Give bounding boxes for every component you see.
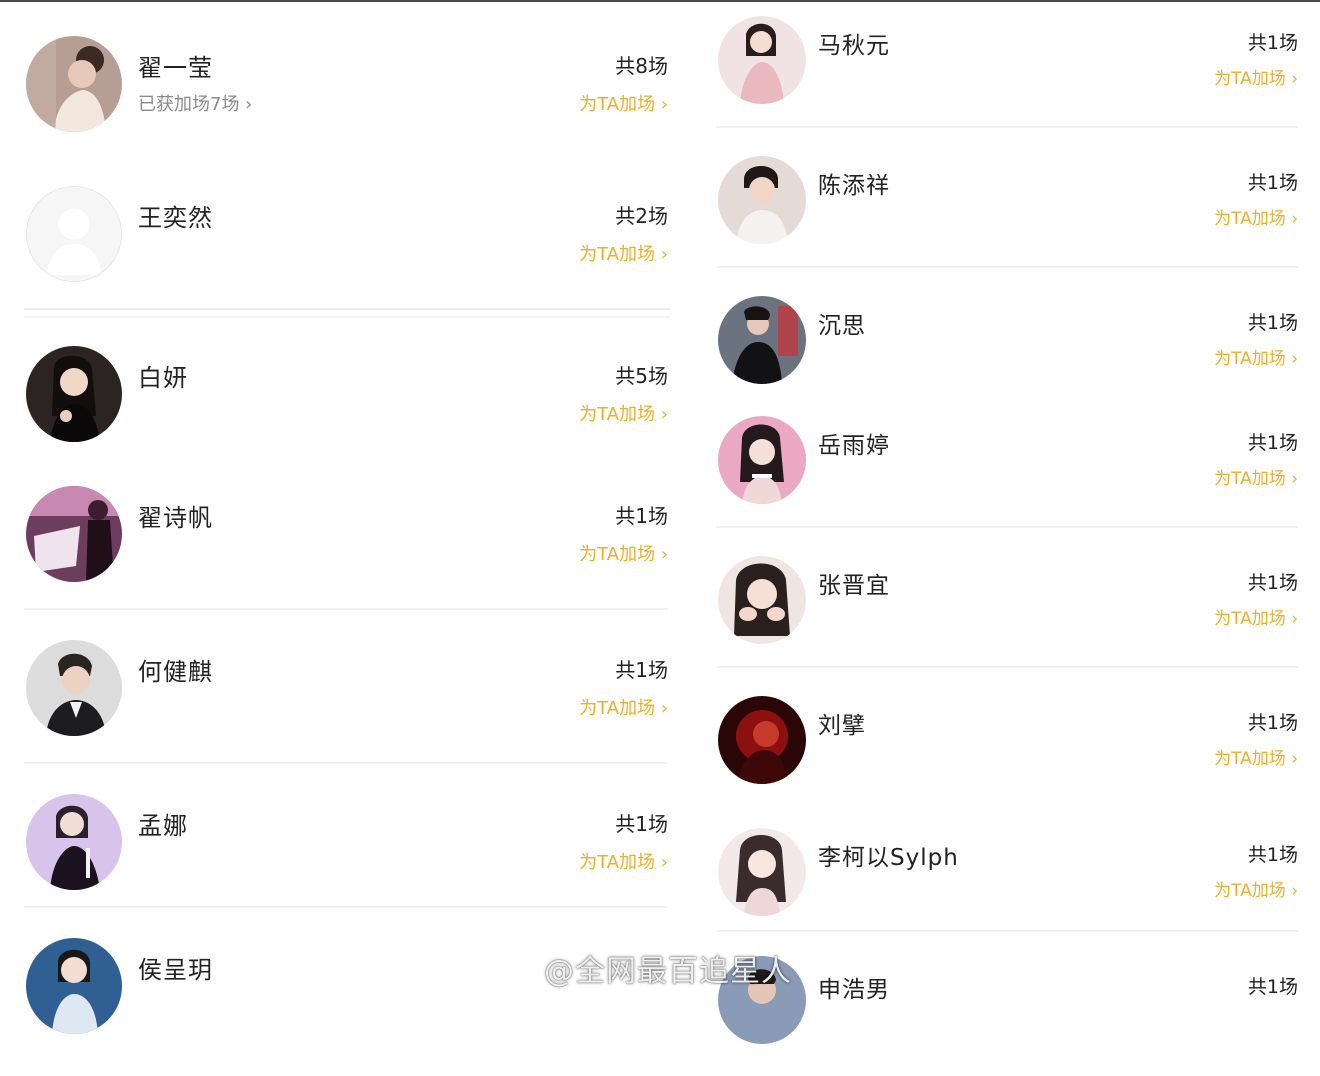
add-show-button[interactable]: 为TA加场 › [1214,64,1298,89]
list-item[interactable]: 孟娜 共1场 为TA加场 › [24,794,672,914]
member-name: 张晋宜 [818,573,890,599]
member-name: 岳雨婷 [818,433,890,459]
top-border [0,0,1320,2]
show-count: 共1场 [615,812,668,836]
row-divider [716,526,1298,528]
section-divider [24,308,670,318]
member-name: 翟诗帆 [138,504,213,532]
add-show-button[interactable]: 为TA加场 › [1214,464,1298,489]
member-name: 孟娜 [138,812,188,840]
member-name: 刘擘 [818,713,866,739]
member-name: 白妍 [138,364,188,392]
row-divider [24,608,668,610]
member-name: 马秋元 [818,33,890,59]
add-show-button[interactable]: 为TA加场 › [1214,744,1298,769]
row-divider [24,762,668,764]
list-item[interactable]: 翟诗帆 共1场 为TA加场 › [24,486,672,606]
list-item[interactable]: 申浩男 共1场 [716,956,1302,1076]
watermark: @全网最百追星人 [498,946,792,990]
list-item[interactable]: 何健麒 共1场 为TA加场 › [24,640,672,760]
add-show-button[interactable]: 为TA加场 › [579,400,668,426]
show-count: 共5场 [615,364,668,388]
stage-photo-avatar[interactable] [26,486,122,582]
weibo-icon [498,958,537,989]
portrait-red-light-avatar[interactable] [718,696,806,784]
list-item[interactable]: 刘擘 共1场 为TA加场 › [716,696,1302,816]
add-show-button[interactable]: 为TA加场 › [1214,604,1298,629]
add-show-button[interactable]: 为TA加场 › [579,90,668,116]
member-name: 陈添祥 [818,173,890,199]
member-name: 王奕然 [138,204,213,232]
portrait-man-black-outfit-avatar[interactable] [718,296,806,384]
row-divider [24,906,668,908]
member-name: 李柯以Sylph [818,845,959,871]
show-count: 共1场 [615,658,668,682]
show-count: 共1场 [1247,712,1298,734]
portrait-woman-hands-face-avatar[interactable] [718,556,806,644]
portrait-man-white-shirt-avatar[interactable] [718,156,806,244]
portrait-woman-light-avatar[interactable] [718,828,806,916]
extra-shows-link[interactable]: 已获加场7场 › [138,90,252,116]
show-count: 共1场 [1247,172,1298,194]
default-placeholder-avatar[interactable] [26,186,122,282]
portrait-woman-pink-bg-avatar[interactable] [718,416,806,504]
member-name: 翟一莹 [138,54,213,82]
show-count: 共1场 [1247,312,1298,334]
row-divider [716,930,1298,932]
list-item[interactable]: 沉思 共1场 为TA加场 › [716,296,1302,416]
row-divider [716,666,1298,668]
member-name: 沉思 [818,313,866,339]
row-divider [716,126,1298,128]
show-count: 共8场 [615,54,668,78]
member-name: 侯呈玥 [138,956,213,984]
list-item[interactable]: 翟一莹 已获加场7场 › 共8场 为TA加场 › [24,36,672,156]
add-show-button[interactable]: 为TA加场 › [1214,876,1298,901]
show-count: 共1场 [1247,32,1298,54]
member-name: 何健麒 [138,658,213,686]
list-item[interactable]: 张晋宜 共1场 为TA加场 › [716,556,1302,676]
add-show-button[interactable]: 为TA加场 › [1214,204,1298,229]
portrait-woman-blue-avatar[interactable] [26,938,122,1034]
member-name: 申浩男 [818,977,890,1003]
add-show-button[interactable]: 为TA加场 › [579,540,668,566]
show-count: 共2场 [615,204,668,228]
portrait-woman-purple-avatar[interactable] [26,794,122,890]
add-show-button[interactable]: 为TA加场 › [579,240,668,266]
show-count: 共1场 [1247,976,1298,998]
list-item[interactable]: 岳雨婷 共1场 为TA加场 › [716,416,1302,536]
portrait-woman-pink-dress-avatar[interactable] [718,16,806,104]
add-show-button[interactable]: 为TA加场 › [1214,344,1298,369]
list-item[interactable]: 白妍 共5场 为TA加场 › [24,346,672,466]
list-item[interactable]: 陈添祥 共1场 为TA加场 › [716,156,1302,276]
list-item[interactable]: 马秋元 共1场 为TA加场 › [716,16,1302,136]
add-show-button[interactable]: 为TA加场 › [579,694,668,720]
show-count: 共1场 [1247,432,1298,454]
portrait-man-suit-avatar[interactable] [26,640,122,736]
add-show-button[interactable]: 为TA加场 › [579,848,668,874]
watermark-text: @全网最百追星人 [544,954,792,989]
list-item[interactable]: 王奕然 共2场 为TA加场 › [24,186,672,306]
portrait-woman-dark-dress-avatar[interactable] [26,346,122,442]
show-count: 共1场 [1247,844,1298,866]
show-count: 共1场 [1247,572,1298,594]
portrait-woman-updo-avatar[interactable] [26,36,122,132]
row-divider [716,266,1298,268]
show-count: 共1场 [615,504,668,528]
